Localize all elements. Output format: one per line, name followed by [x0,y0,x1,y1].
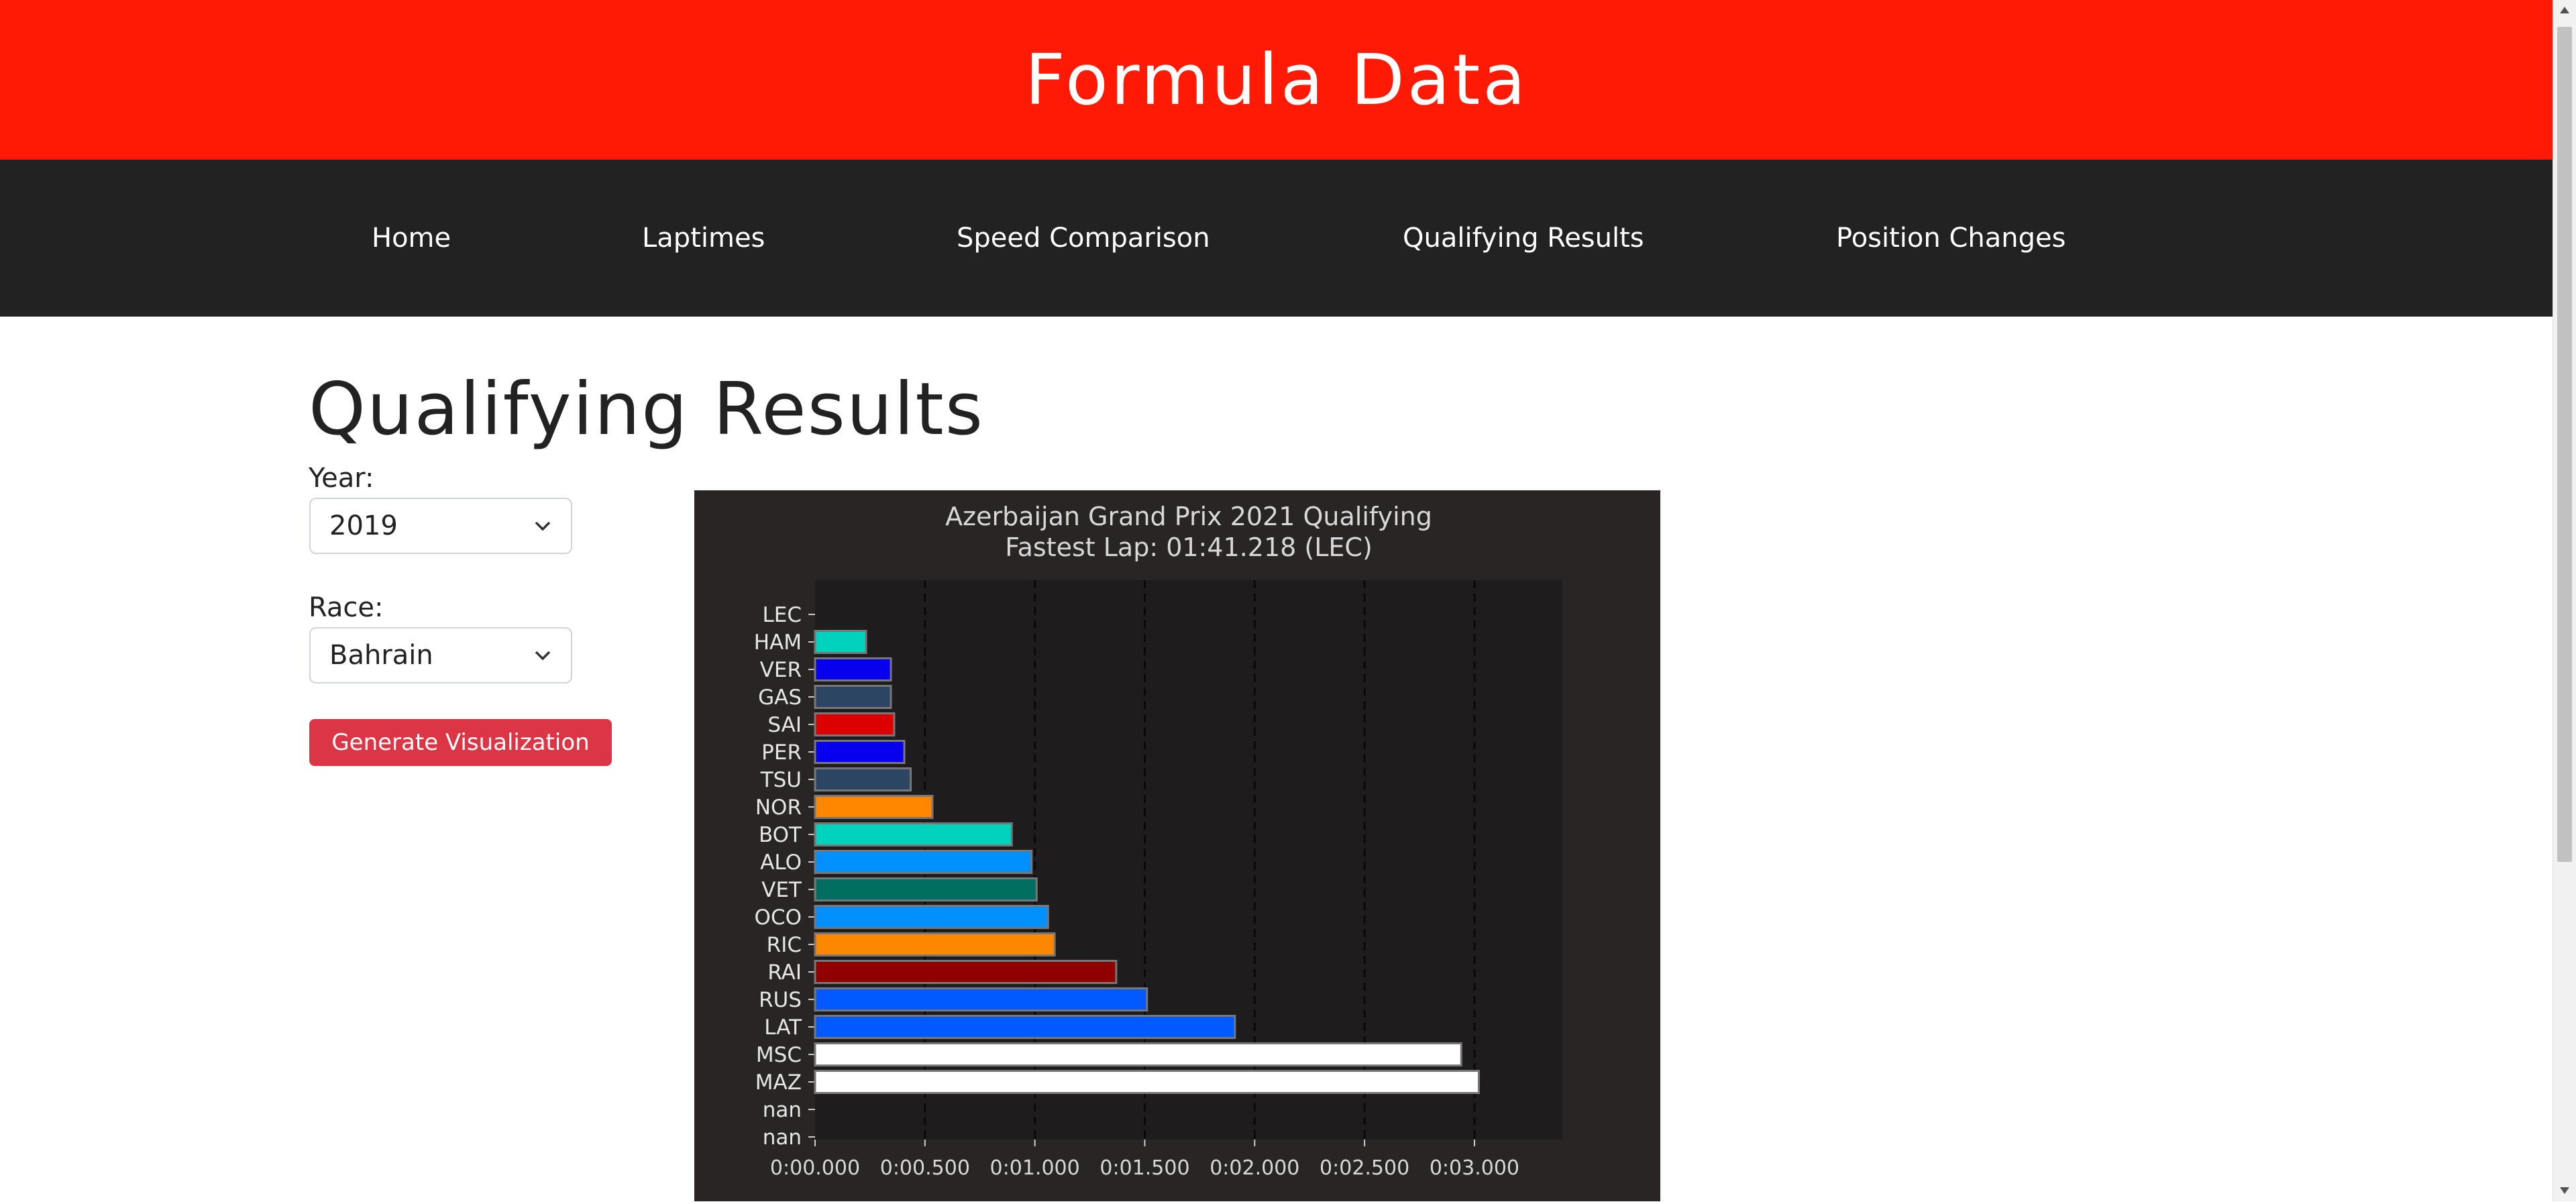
bar-oco [814,905,1049,929]
bar-alo [814,850,1033,874]
bar-ver [814,657,892,681]
y-tick-label: LAT [764,1016,802,1040]
y-tick-label: NOR [755,796,802,820]
y-tick-label: MSC [756,1043,802,1067]
year-select[interactable]: 2019 [309,498,572,554]
year-label: Year: [309,463,374,494]
nav-item-speed-comparison[interactable]: Speed Comparison [957,160,1210,317]
y-tick-label: GAS [758,686,802,710]
bar-bot [814,822,1013,846]
race-select[interactable]: Bahrain [309,627,572,683]
scroll-up-arrow-icon[interactable] [2559,5,2570,15]
chart-svg: Azerbaijan Grand Prix 2021 QualifyingFas… [694,490,1660,1201]
bar-ric [814,932,1056,956]
year-select-value: 2019 [329,510,398,541]
y-tick-label: VET [761,878,802,902]
bar-maz [814,1070,1480,1094]
x-tick-label: 0:00.000 [770,1156,860,1180]
y-tick-label: ALO [760,851,802,875]
race-select-value: Bahrain [329,640,433,671]
y-tick-label: BOT [759,823,802,847]
bar-per [814,740,906,764]
x-tick-label: 0:00.500 [880,1156,970,1180]
y-tick-label: nan [763,1098,802,1122]
y-tick-label: SAI [767,713,802,737]
x-tick-label: 0:03.000 [1430,1156,1519,1180]
x-tick-label: 0:01.500 [1099,1156,1189,1180]
site-title: Formula Data [1025,39,1528,121]
chevron-down-icon [535,521,551,531]
generate-visualization-button[interactable]: Generate Visualization [309,719,612,766]
bar-nor [814,795,934,819]
y-tick-label: RAI [767,961,802,985]
y-tick-label: MAZ [755,1071,802,1095]
scroll-down-arrow-icon[interactable] [2559,1186,2570,1195]
y-tick-label: nan [763,1126,802,1150]
x-tick-label: 0:01.000 [990,1156,1080,1180]
bar-tsu [814,767,912,791]
scrollbar[interactable] [2553,0,2576,1201]
bar-rus [814,987,1148,1011]
nav-item-laptimes[interactable]: Laptimes [642,160,765,317]
bar-msc [814,1042,1462,1066]
y-tick-label: RUS [759,988,802,1012]
y-tick-label: PER [761,741,802,765]
y-tick-label: HAM [754,631,802,655]
race-label: Race: [309,592,384,623]
nav-item-position-changes[interactable]: Position Changes [1836,160,2065,317]
chevron-down-icon [535,651,551,661]
y-tick-label: TSU [760,768,802,792]
y-tick-label: VER [760,658,802,682]
bar-ham [814,630,867,654]
qualifying-chart: Azerbaijan Grand Prix 2021 Qualifying Fas… [694,490,1660,1201]
bar-lat [814,1015,1236,1039]
x-tick-label: 0:02.000 [1210,1156,1299,1180]
nav-item-qualifying-results[interactable]: Qualifying Results [1403,160,1644,317]
bar-rai [814,960,1118,984]
chart-title-line: Azerbaijan Grand Prix 2021 Qualifying [945,502,1432,531]
bar-vet [814,877,1038,901]
main-nav: Home Laptimes Speed Comparison Qualifyin… [0,160,2553,317]
scrollbar-thumb[interactable] [2557,27,2572,862]
nav-item-home[interactable]: Home [372,160,451,317]
chart-title-line: Fastest Lap: 01:41.218 (LEC) [1005,533,1373,562]
y-tick-label: RIC [767,933,802,957]
bar-sai [814,712,896,736]
bar-gas [814,685,892,709]
y-tick-label: OCO [755,906,802,930]
page-title: Qualifying Results [309,368,984,451]
x-tick-label: 0:02.500 [1320,1156,1409,1180]
y-tick-label: LEC [762,603,802,627]
site-header: Formula Data [0,0,2553,160]
